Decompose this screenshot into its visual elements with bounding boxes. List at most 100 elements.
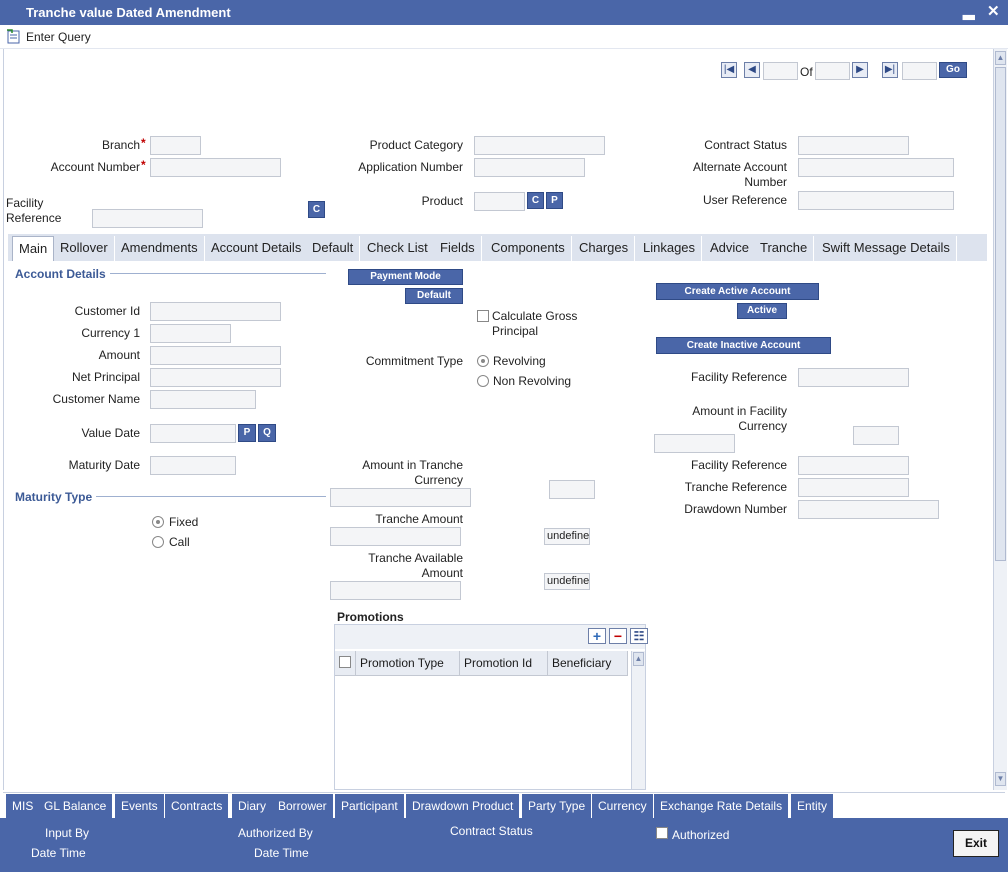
- promotion-type-header[interactable]: Promotion Type: [356, 651, 460, 676]
- facility-c-button[interactable]: C: [308, 201, 325, 218]
- promotions-scroll-up-icon[interactable]: ▲: [633, 652, 644, 666]
- remove-row-icon[interactable]: −: [609, 628, 627, 644]
- fixed-radio[interactable]: [152, 516, 164, 528]
- user-reference-input[interactable]: [798, 191, 954, 210]
- default-button[interactable]: Default: [405, 288, 463, 304]
- footer-tab-borrower[interactable]: Borrower: [272, 794, 334, 818]
- exit-button[interactable]: Exit: [953, 830, 999, 857]
- value-date-q-button[interactable]: Q: [258, 424, 276, 442]
- footer-tab-participant[interactable]: Participant: [335, 794, 405, 818]
- footer-tab-diary[interactable]: Diary: [232, 794, 274, 818]
- total-records-input: [815, 62, 850, 80]
- current-record-input[interactable]: [763, 62, 798, 80]
- tab-charges[interactable]: Charges: [573, 236, 636, 261]
- product-input[interactable]: [474, 192, 525, 211]
- footer-tab-drawdown-product[interactable]: Drawdown Product: [406, 794, 521, 818]
- facility-reference-input[interactable]: [92, 209, 203, 228]
- footer-tab-gl-balance[interactable]: GL Balance: [38, 794, 114, 818]
- last-record-icon[interactable]: ▶|: [882, 62, 898, 78]
- tranche-available-amount-input[interactable]: [330, 581, 461, 600]
- next-record-icon[interactable]: ▶: [852, 62, 868, 78]
- tranche-currency-input[interactable]: [549, 480, 595, 499]
- customer-name-input[interactable]: [150, 390, 256, 409]
- calculate-gross-principal-checkbox[interactable]: [477, 310, 489, 322]
- view-rows-icon[interactable]: ☷: [630, 628, 648, 644]
- tab-check-list[interactable]: Check List: [361, 236, 435, 261]
- promotion-id-header[interactable]: Promotion Id: [460, 651, 548, 676]
- tab-swift-message-details[interactable]: Swift Message Details: [816, 236, 957, 261]
- value-date-input[interactable]: [150, 424, 236, 443]
- first-record-icon[interactable]: |◀: [721, 62, 737, 78]
- amount-tranche-currency-input[interactable]: [330, 488, 471, 507]
- go-button[interactable]: Go: [939, 62, 967, 78]
- tab-main[interactable]: Main: [12, 236, 55, 261]
- tab-linkages[interactable]: Linkages: [637, 236, 703, 261]
- create-inactive-account-button[interactable]: Create Inactive Account: [656, 337, 831, 354]
- account-number-required-mark: *: [141, 158, 146, 172]
- select-all-checkbox[interactable]: [339, 656, 351, 668]
- tab-components[interactable]: Components: [485, 236, 572, 261]
- footer-tab-events[interactable]: Events: [115, 794, 165, 818]
- product-p-button[interactable]: P: [546, 192, 563, 209]
- footer-tab-contracts[interactable]: Contracts: [165, 794, 230, 818]
- tab-fields[interactable]: Fields: [434, 236, 482, 261]
- alternate-account-number-input[interactable]: [798, 158, 954, 177]
- tab-account-details[interactable]: Account Details: [205, 236, 309, 261]
- amount-input[interactable]: [150, 346, 281, 365]
- payment-mode-button[interactable]: Payment Mode: [348, 269, 463, 285]
- customer-id-input[interactable]: [150, 302, 281, 321]
- non-revolving-radio[interactable]: [477, 375, 489, 387]
- scroll-up-icon[interactable]: ▲: [995, 51, 1006, 65]
- scroll-down-icon[interactable]: ▼: [995, 772, 1006, 786]
- tab-tranche[interactable]: Tranche: [754, 236, 815, 261]
- tranche-reference-input[interactable]: [798, 478, 909, 497]
- product-c-button[interactable]: C: [527, 192, 544, 209]
- drawdown-number-input[interactable]: [798, 500, 939, 519]
- close-icon[interactable]: ✕: [987, 2, 1000, 20]
- call-radio[interactable]: [152, 536, 164, 548]
- enter-query-button[interactable]: Enter Query: [26, 30, 91, 44]
- tranche-amount-input[interactable]: [330, 527, 461, 546]
- enter-query-icon[interactable]: [6, 29, 22, 45]
- facility-currency-input[interactable]: [853, 426, 899, 445]
- facility-reference-right-label: Facility Reference: [690, 370, 787, 384]
- scroll-thumb[interactable]: [995, 67, 1006, 561]
- promotions-scrollbar[interactable]: ▲: [631, 651, 645, 789]
- amount-facility-currency-input[interactable]: [654, 434, 735, 453]
- revolving-radio[interactable]: [477, 355, 489, 367]
- account-number-input[interactable]: [150, 158, 281, 177]
- facility-reference-2-input[interactable]: [798, 456, 909, 475]
- minimize-icon[interactable]: ▂: [963, 2, 975, 20]
- tab-rollover[interactable]: Rollover: [54, 236, 115, 261]
- footer-tab-mis[interactable]: MIS: [6, 794, 41, 818]
- footer-tab-exchange-rate-details[interactable]: Exchange Rate Details: [654, 794, 790, 818]
- facility-reference-right-input[interactable]: [798, 368, 909, 387]
- tab-amendments[interactable]: Amendments: [115, 236, 205, 261]
- authorized-checkbox[interactable]: [656, 827, 668, 839]
- net-principal-input[interactable]: [150, 368, 281, 387]
- goto-record-input[interactable]: [902, 62, 937, 80]
- of-label: Of: [800, 65, 813, 79]
- product-category-input[interactable]: [474, 136, 605, 155]
- tab-advice[interactable]: Advice: [704, 236, 757, 261]
- customer-name-label: Customer Name: [52, 392, 140, 406]
- footer-tab-bar: MIS GL Balance Events Contracts Diary Bo…: [3, 792, 1005, 818]
- currency-input[interactable]: [150, 324, 231, 343]
- branch-input[interactable]: [150, 136, 201, 155]
- add-row-icon[interactable]: +: [588, 628, 606, 644]
- previous-record-icon[interactable]: ◀: [744, 62, 760, 78]
- value-date-p-button[interactable]: P: [238, 424, 256, 442]
- create-active-account-button[interactable]: Create Active Account: [656, 283, 819, 300]
- footer-tab-currency[interactable]: Currency: [592, 794, 654, 818]
- fixed-label: Fixed: [169, 515, 199, 529]
- application-number-input[interactable]: [474, 158, 585, 177]
- main-scrollbar[interactable]: ▲ ▼: [993, 49, 1007, 790]
- beneficiary-header[interactable]: Beneficiary: [548, 651, 628, 676]
- footer-tab-entity[interactable]: Entity: [791, 794, 835, 818]
- tranche-available-amount-label: Tranche Available Amount: [368, 551, 463, 580]
- calculate-gross-principal-label: Calculate Gross Principal: [492, 309, 578, 338]
- tab-default[interactable]: Default: [306, 236, 361, 261]
- active-button[interactable]: Active: [737, 303, 787, 319]
- maturity-date-input[interactable]: [150, 456, 236, 475]
- footer-tab-party-type[interactable]: Party Type: [522, 794, 593, 818]
